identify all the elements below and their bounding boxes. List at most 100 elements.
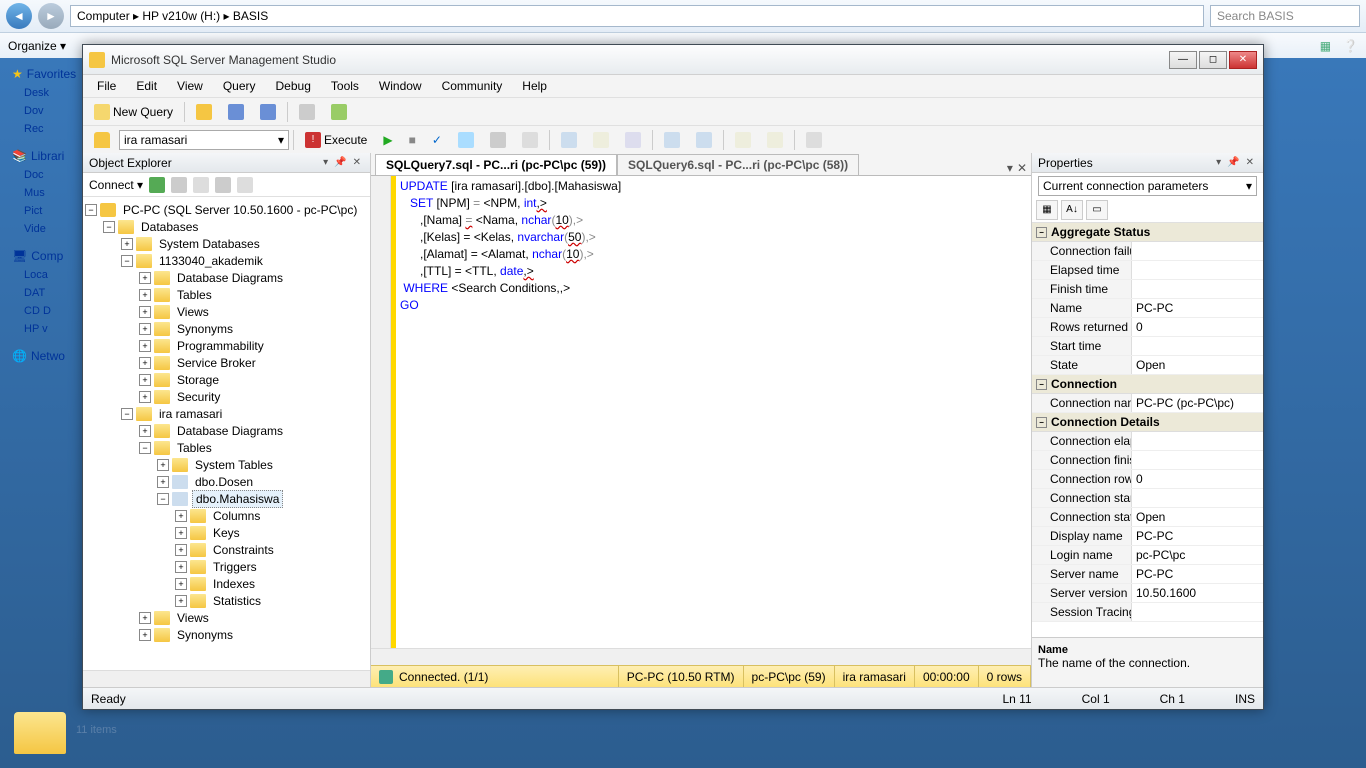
props-pages-button[interactable]: ▭ — [1086, 200, 1108, 220]
menu-help[interactable]: Help — [512, 76, 557, 96]
property-row[interactable]: Connection stateOpen — [1032, 508, 1263, 527]
menu-tools[interactable]: Tools — [321, 76, 369, 96]
categorized-button[interactable]: ▦ — [1036, 200, 1058, 220]
tree-selected-item[interactable]: dbo.Mahasiswa — [192, 490, 283, 508]
tree-collapse-icon[interactable]: − — [85, 204, 97, 216]
property-row[interactable]: Connection finish — [1032, 451, 1263, 470]
registered-button[interactable] — [324, 100, 354, 124]
property-row[interactable]: Server version10.50.1600 — [1032, 584, 1263, 603]
maximize-button[interactable]: ◻ — [1199, 51, 1227, 69]
debug-button[interactable]: ▶ — [376, 129, 399, 151]
connect-icon[interactable] — [149, 177, 165, 193]
property-row[interactable]: Connection elaps — [1032, 432, 1263, 451]
prop-category[interactable]: −Connection — [1032, 375, 1263, 394]
pin-icon[interactable]: 📌 — [1227, 157, 1239, 168]
results-file-button[interactable] — [618, 128, 648, 152]
pin-icon[interactable]: 📌 — [334, 157, 346, 168]
connect-button[interactable]: Connect ▾ — [89, 178, 143, 192]
dropdown-icon[interactable]: ▾ — [1216, 157, 1221, 168]
tab-close-icon[interactable]: ✕ — [1017, 161, 1027, 175]
property-key: Server name — [1032, 565, 1132, 583]
editor-tabs: SQLQuery7.sql - PC...ri (pc-PC\pc (59)) … — [371, 153, 1031, 175]
code-content[interactable]: UPDATE [ira ramasari].[dbo].[Mahasiswa] … — [396, 176, 1031, 648]
dropdown-icon[interactable]: ▾ — [323, 157, 328, 168]
refresh-icon[interactable] — [237, 177, 253, 193]
results-text-button[interactable] — [586, 128, 616, 152]
menu-window[interactable]: Window — [369, 76, 432, 96]
search-input[interactable]: Search BASIS — [1210, 5, 1360, 27]
stop-button[interactable]: ■ — [402, 129, 423, 151]
property-row[interactable]: Elapsed time — [1032, 261, 1263, 280]
close-button[interactable]: ✕ — [1229, 51, 1257, 69]
tab-inactive[interactable]: SQLQuery6.sql - PC...ri (pc-PC\pc (58)) — [617, 154, 859, 175]
editor-hscrollbar[interactable] — [371, 648, 1031, 665]
property-row[interactable]: NamePC-PC — [1032, 299, 1263, 318]
save-icon — [228, 104, 244, 120]
results-grid-button[interactable] — [554, 128, 584, 152]
property-value — [1132, 261, 1263, 279]
nav-forward-button[interactable]: ► — [38, 3, 64, 29]
alphabetical-button[interactable]: A↓ — [1061, 200, 1083, 220]
filter-icon[interactable] — [215, 177, 231, 193]
property-value — [1132, 242, 1263, 260]
indent-button[interactable] — [728, 128, 758, 152]
sql-editor[interactable]: UPDATE [ira ramasari].[dbo].[Mahasiswa] … — [371, 175, 1031, 648]
property-key: Connection state — [1032, 508, 1132, 526]
menu-file[interactable]: File — [87, 76, 126, 96]
prop-category[interactable]: −Connection Details — [1032, 413, 1263, 432]
prop-category[interactable]: −Aggregate Status — [1032, 223, 1263, 242]
stop-icon[interactable] — [193, 177, 209, 193]
save-all-button[interactable] — [253, 100, 283, 124]
property-row[interactable]: StateOpen — [1032, 356, 1263, 375]
table-icon — [172, 492, 188, 506]
titlebar[interactable]: Microsoft SQL Server Management Studio —… — [83, 45, 1263, 75]
intellisense-button[interactable] — [515, 128, 545, 152]
menu-view[interactable]: View — [167, 76, 213, 96]
properties-grid[interactable]: −Aggregate Status Connection failurElaps… — [1032, 223, 1263, 637]
object-tree[interactable]: −PC-PC (SQL Server 10.50.1600 - pc-PC\pc… — [83, 197, 370, 670]
close-panel-icon[interactable]: ✕ — [353, 157, 361, 168]
execute-button[interactable]: !Execute — [298, 128, 374, 152]
help-icon[interactable]: ❔ — [1343, 39, 1358, 53]
property-row[interactable]: Start time — [1032, 337, 1263, 356]
nav-back-button[interactable]: ◄ — [6, 3, 32, 29]
estimated-plan-button[interactable] — [451, 128, 481, 152]
database-combo[interactable]: ira ramasari▾ — [119, 130, 289, 150]
property-row[interactable]: Server namePC-PC — [1032, 565, 1263, 584]
property-row[interactable]: Rows returned0 — [1032, 318, 1263, 337]
disconnect-icon[interactable] — [171, 177, 187, 193]
oe-scrollbar[interactable] — [83, 670, 370, 687]
menu-community[interactable]: Community — [432, 76, 513, 96]
menu-query[interactable]: Query — [213, 76, 266, 96]
activity-button[interactable] — [292, 100, 322, 124]
property-row[interactable]: Connection start — [1032, 489, 1263, 508]
new-query-button[interactable]: New Query — [87, 100, 180, 124]
specify-values-button[interactable] — [799, 128, 829, 152]
tab-active[interactable]: SQLQuery7.sql - PC...ri (pc-PC\pc (59)) — [375, 154, 617, 175]
organize-menu[interactable]: Organize ▾ — [8, 39, 66, 53]
props-object-combo[interactable]: Current connection parameters▾ — [1038, 176, 1257, 196]
save-button[interactable] — [221, 100, 251, 124]
uncomment-button[interactable] — [689, 128, 719, 152]
address-bar[interactable]: Computer ▸ HP v210w (H:) ▸ BASIS — [70, 5, 1204, 27]
query-options-button[interactable] — [483, 128, 513, 152]
menu-debug[interactable]: Debug — [266, 76, 321, 96]
close-panel-icon[interactable]: ✕ — [1246, 157, 1254, 168]
outdent-button[interactable] — [760, 128, 790, 152]
property-row[interactable]: Connection rows0 — [1032, 470, 1263, 489]
property-row[interactable]: Connection namePC-PC (pc-PC\pc) — [1032, 394, 1263, 413]
comment-button[interactable] — [657, 128, 687, 152]
property-row[interactable]: Display namePC-PC — [1032, 527, 1263, 546]
property-row[interactable]: Finish time — [1032, 280, 1263, 299]
open-button[interactable] — [189, 100, 219, 124]
parse-button[interactable]: ✓ — [425, 129, 449, 151]
uncomment-icon — [696, 132, 712, 148]
property-row[interactable]: Connection failur — [1032, 242, 1263, 261]
menu-edit[interactable]: Edit — [126, 76, 167, 96]
minimize-button[interactable]: — — [1169, 51, 1197, 69]
view-icon[interactable]: ▦ — [1320, 39, 1331, 53]
change-conn-button[interactable] — [87, 128, 117, 152]
tab-dropdown-icon[interactable]: ▾ — [1007, 161, 1013, 175]
property-row[interactable]: Login namepc-PC\pc — [1032, 546, 1263, 565]
property-row[interactable]: Session Tracing ID — [1032, 603, 1263, 622]
